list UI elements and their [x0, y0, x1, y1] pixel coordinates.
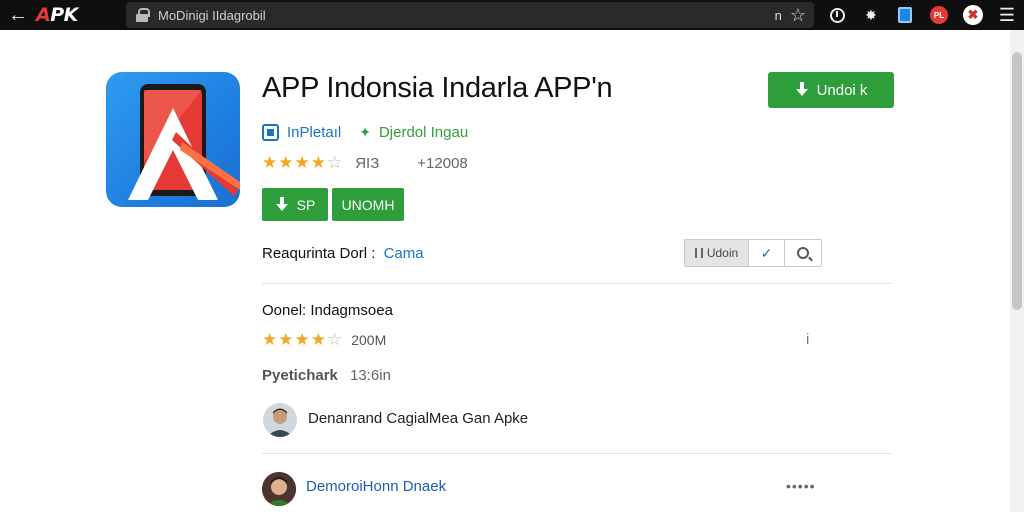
unomh-button[interactable]: UNOMH — [332, 188, 404, 221]
columns-icon — [694, 248, 703, 258]
logo-text: APK — [36, 4, 78, 26]
url-action-text[interactable]: n — [775, 8, 782, 23]
requirements-link[interactable]: Cama — [384, 245, 424, 262]
sp-button-label: SP — [296, 196, 316, 213]
section-divider — [262, 283, 892, 284]
app-icon — [106, 72, 240, 207]
check-tool-button[interactable]: ✓ — [749, 240, 785, 266]
search-icon — [797, 247, 809, 259]
rating-count: ЯІЗ — [355, 154, 380, 172]
url-text[interactable]: MoDinigi IIdagrobil — [158, 8, 266, 23]
udoin-tool-label: Udoin — [706, 246, 739, 260]
install-button-label: Undoi k — [816, 81, 868, 99]
site-logo[interactable]: APK — [36, 0, 118, 30]
avatar-person-icon — [263, 403, 297, 437]
developer-link[interactable]: InPletaıl — [287, 124, 341, 141]
unomh-button-label: UNOMH — [341, 196, 395, 213]
check-icon: ✓ — [760, 244, 773, 261]
toolbar-icons: ✸ PL ✖ ☰ — [826, 0, 1018, 30]
publish-time: 13:6in — [350, 367, 391, 384]
app-title: APP Indonsia Indarla APP'n — [262, 72, 613, 104]
bookmark-star-icon[interactable]: ☆ — [790, 5, 806, 26]
scrollbar-thumb[interactable] — [1012, 52, 1022, 310]
extensions-icon[interactable]: ✸ — [860, 4, 882, 26]
udoin-tool-button[interactable]: Udoin — [685, 240, 749, 266]
app-meta: InPletaıl ✦ Djerdol Ingau — [262, 124, 468, 141]
category-link[interactable]: Djerdol Ingau — [379, 124, 468, 141]
address-bar[interactable]: MoDinigi IIdagrobil n ☆ — [126, 2, 814, 28]
download-count: +12008 — [417, 154, 468, 172]
review-stars: ★★★★☆ — [262, 330, 344, 349]
sp-button[interactable]: SP — [262, 188, 328, 221]
back-arrow-icon[interactable]: ← — [0, 0, 36, 30]
history-icon[interactable] — [826, 4, 848, 26]
comment-author-link[interactable]: DemoroiHonn Dnaek — [306, 478, 446, 495]
section-divider — [262, 453, 892, 454]
category-icon: ✦ — [359, 124, 371, 140]
rating-stars: ★★★★☆ — [262, 153, 344, 172]
tool-group: Udoin ✓ — [684, 239, 822, 267]
publisher-row: Pyetichark 13:6in — [262, 367, 391, 384]
developer-icon — [262, 124, 279, 141]
action-buttons: SP UNOMH — [262, 188, 404, 221]
download-icon — [275, 196, 289, 213]
red-extension-icon[interactable]: PL — [928, 4, 950, 26]
publisher-label: Pyetichark — [262, 367, 338, 384]
comment-text: Denanrand CagialMea Gan Apke — [308, 410, 529, 427]
review-count: 200M — [351, 332, 387, 348]
avatar[interactable] — [263, 403, 297, 437]
review-section-title: Oonel: Indagmsoea — [262, 302, 393, 319]
review-rating: ★★★★☆ 200M — [262, 330, 386, 350]
blue-extension-icon[interactable] — [894, 4, 916, 26]
avatar-person-icon — [262, 472, 296, 506]
download-icon — [795, 82, 809, 98]
info-icon[interactable]: i — [806, 331, 809, 348]
profile-avatar-icon[interactable]: ✖ — [962, 4, 984, 26]
requirements-label: Reaqurinta Dorl : — [262, 245, 376, 262]
app-rating: ★★★★☆ ЯІЗ +12008 — [262, 153, 468, 173]
browser-toolbar: ← APK MoDinigi IIdagrobil n ☆ ✸ PL ✖ ☰ — [0, 0, 1024, 30]
app-logo-graphic — [128, 84, 240, 200]
search-tool-button[interactable] — [785, 240, 821, 266]
menu-icon[interactable]: ☰ — [996, 4, 1018, 26]
lock-icon — [136, 8, 150, 22]
more-options-icon[interactable]: ••••• — [786, 478, 816, 494]
requirements: Reaqurinta Dorl : Cama — [262, 245, 424, 262]
avatar[interactable] — [262, 472, 296, 506]
address-bar-actions: n ☆ — [775, 2, 806, 28]
install-button[interactable]: Undoi k — [768, 72, 894, 108]
